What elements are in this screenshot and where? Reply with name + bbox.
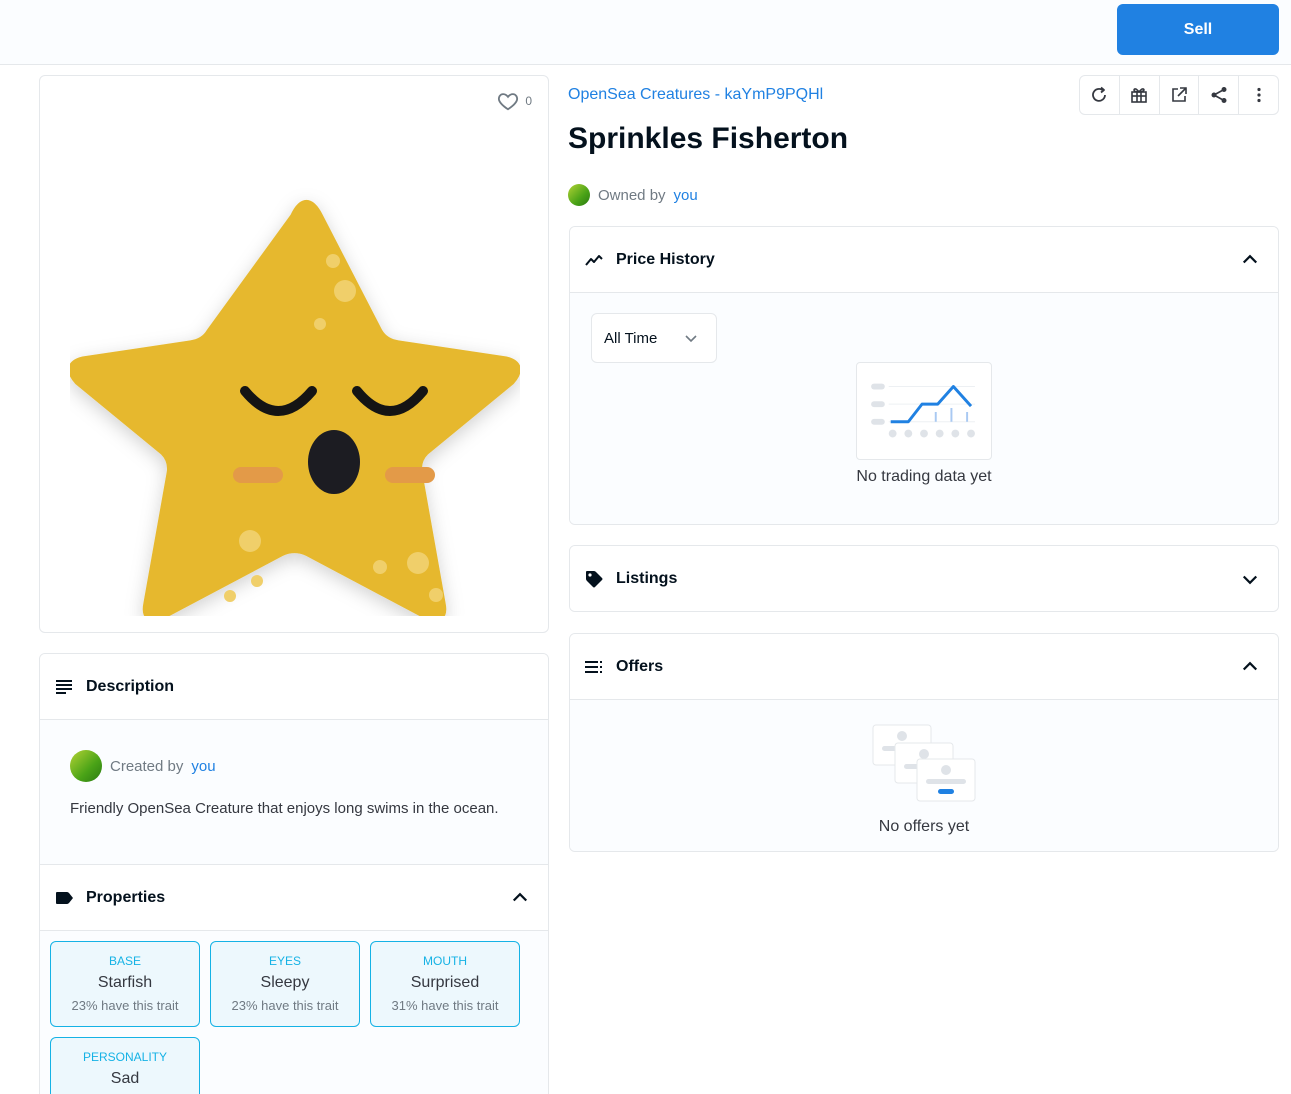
open-external-button[interactable] xyxy=(1160,76,1200,114)
favorite-count: 0 xyxy=(525,94,532,108)
description-panel: Description Created by you Friendly Open… xyxy=(39,653,549,1094)
subject-icon xyxy=(56,679,72,694)
time-range-value: All Time xyxy=(604,329,658,347)
offers-header[interactable]: Offers xyxy=(570,634,1278,700)
chevron-up-icon xyxy=(1242,661,1258,671)
property-type: MOUTH xyxy=(423,954,467,968)
listings-panel: Listings xyxy=(569,545,1279,612)
time-range-select[interactable]: All Time xyxy=(591,313,717,363)
no-data-illustration xyxy=(856,362,992,460)
trending-icon xyxy=(585,254,603,266)
property-card[interactable]: EYES Sleepy 23% have this trait xyxy=(210,941,360,1027)
share-icon xyxy=(1211,87,1227,103)
created-by-label: Created by xyxy=(110,757,184,775)
owner-avatar[interactable] xyxy=(568,184,590,206)
list-icon xyxy=(585,660,602,673)
offers-body: No offers yet xyxy=(570,700,1278,851)
creator-link[interactable]: you xyxy=(191,758,215,775)
property-rarity: 23% have this trait xyxy=(71,998,179,1013)
property-rarity: 23% have this trait xyxy=(231,998,339,1013)
owned-by: Owned by you xyxy=(568,184,698,206)
property-value: Surprised xyxy=(410,974,480,991)
properties-list: BASE Starfish 23% have this trait EYES S… xyxy=(40,931,548,1094)
refresh-button[interactable] xyxy=(1080,76,1120,114)
transfer-button[interactable] xyxy=(1120,76,1160,114)
no-offers-illustration xyxy=(872,724,976,802)
property-value: Sad xyxy=(110,1070,140,1087)
property-type: EYES xyxy=(268,954,301,968)
asset-image xyxy=(70,200,520,616)
property-type: BASE xyxy=(108,954,141,968)
chevron-down-icon xyxy=(685,335,697,343)
no-offers-text: No offers yet xyxy=(878,818,970,835)
more-options-button[interactable] xyxy=(1239,76,1278,114)
more-icon xyxy=(1256,87,1261,103)
no-trading-data-text: No trading data yet xyxy=(856,468,992,485)
heart-icon xyxy=(498,93,519,111)
price-history-header[interactable]: Price History xyxy=(570,227,1278,293)
property-type: PERSONALITY xyxy=(82,1050,168,1064)
offers-panel: Offers No offers yet xyxy=(569,633,1279,852)
top-bar: Sell xyxy=(0,0,1291,65)
property-card[interactable]: BASE Starfish 23% have this trait xyxy=(50,941,200,1027)
chevron-up-icon xyxy=(1242,254,1258,264)
description-text: Friendly OpenSea Creature that enjoys lo… xyxy=(70,800,499,817)
property-card[interactable]: MOUTH Surprised 31% have this trait xyxy=(370,941,520,1027)
external-link-icon xyxy=(1172,87,1187,102)
property-value: Starfish xyxy=(97,974,153,991)
owner-link[interactable]: you xyxy=(674,187,698,204)
description-heading: Description xyxy=(86,677,175,695)
property-card[interactable]: PERSONALITY Sad xyxy=(50,1037,200,1094)
chevron-down-icon xyxy=(1242,575,1258,585)
creator-avatar[interactable] xyxy=(70,750,102,782)
offers-heading: Offers xyxy=(616,657,664,675)
property-value: Sleepy xyxy=(260,974,310,991)
description-header[interactable]: Description xyxy=(40,654,548,720)
properties-header[interactable]: Properties xyxy=(40,865,548,931)
asset-toolbar xyxy=(1079,75,1279,115)
price-history-body: All Time No trading data yet xyxy=(570,293,1278,524)
chevron-up-icon xyxy=(512,892,528,902)
property-rarity: 31% have this trait xyxy=(391,998,499,1013)
tag-icon xyxy=(586,571,603,588)
refresh-icon xyxy=(1092,86,1107,102)
created-by: Created by you xyxy=(70,750,518,782)
collection-link[interactable]: OpenSea Creatures - kaYmP9PQHl xyxy=(568,86,823,104)
price-history-panel: Price History All Time No trading data y… xyxy=(569,226,1279,525)
listings-heading: Listings xyxy=(616,570,678,587)
share-button[interactable] xyxy=(1199,76,1240,114)
label-icon xyxy=(56,891,73,904)
description-body: Created by you Friendly OpenSea Creature… xyxy=(40,720,548,865)
listings-header[interactable]: Listings xyxy=(570,546,1278,611)
properties-heading: Properties xyxy=(86,888,166,906)
gift-icon xyxy=(1131,88,1147,103)
owned-by-label: Owned by xyxy=(598,186,666,204)
favorite-button[interactable]: 0 xyxy=(497,90,532,112)
sell-button[interactable]: Sell xyxy=(1117,4,1279,55)
asset-title: Sprinkles Fisherton xyxy=(568,122,849,155)
price-history-heading: Price History xyxy=(616,250,715,268)
asset-image-card: 0 xyxy=(39,75,549,633)
